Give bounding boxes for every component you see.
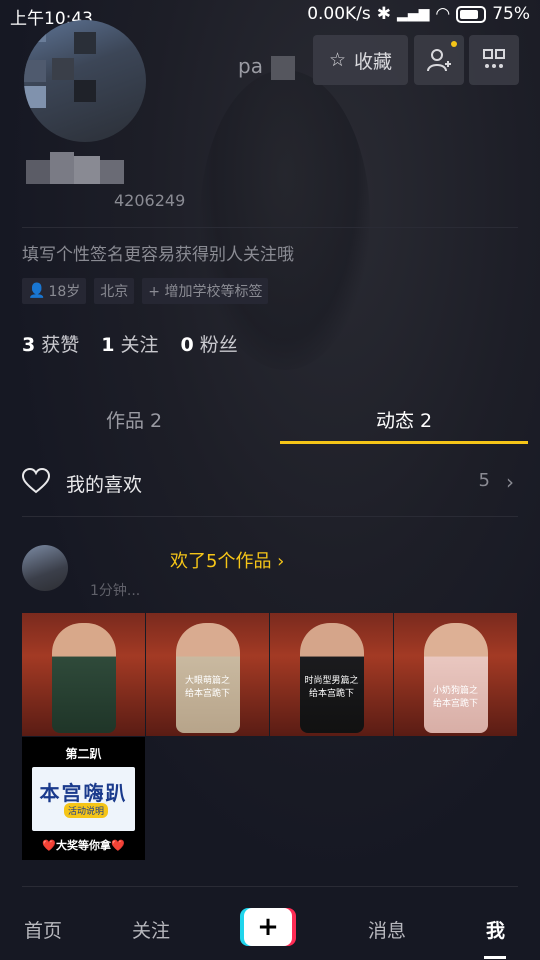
notification-dot: [451, 41, 457, 47]
person-icon: 👤: [28, 283, 46, 299]
battery-percent: 75%: [492, 4, 530, 24]
nickname: pa: [238, 54, 295, 80]
activity-avatar[interactable]: [22, 545, 68, 591]
signal-icon: ▂▄▆: [397, 6, 430, 22]
video-thumbnail[interactable]: [22, 613, 145, 736]
video-thumbnail[interactable]: 时尚型男篇之 给本宫跪下: [270, 613, 393, 736]
profile-stats: 3 获赞 1 关注 0 粉丝: [22, 330, 238, 357]
network-speed: 0.00K/s: [307, 4, 371, 24]
favorite-label: 收藏: [354, 50, 393, 73]
plus-icon: +: [244, 908, 292, 946]
heart-icon: [22, 468, 50, 494]
video-thumbnail[interactable]: 小奶狗篇之 给本宫跪下: [394, 613, 517, 736]
poster-big-text: 本宫嗨趴: [39, 781, 128, 805]
more-button[interactable]: [469, 35, 519, 85]
active-nav-indicator: [484, 956, 506, 959]
active-tab-indicator: [280, 441, 528, 444]
event-poster-thumbnail[interactable]: 第二趴 本宫嗨趴 活动说明 ❤️大奖等你拿❤️: [22, 737, 145, 860]
poster-card: 本宫嗨趴 活动说明: [32, 767, 135, 831]
nav-me[interactable]: 我: [486, 916, 505, 943]
favorite-button[interactable]: ☆ 收藏: [313, 35, 408, 85]
profile-tags: 👤 18岁 北京 + 增加学校等标签: [22, 278, 269, 304]
add-user-icon: [427, 49, 451, 72]
location-tag[interactable]: 北京: [94, 278, 135, 304]
divider: [22, 516, 518, 517]
poster-title: 第二趴: [65, 747, 102, 761]
qr-grid-icon: [483, 49, 505, 68]
thumbnail-caption: 时尚型男篇之 给本宫跪下: [304, 676, 359, 699]
following-stat[interactable]: 1 关注: [101, 330, 158, 357]
status-right: 0.00K/s ✱ ▂▄▆ ◠ 75%: [307, 4, 530, 24]
divider: [22, 227, 518, 228]
my-likes-row[interactable]: 我的喜欢 5 ›: [22, 462, 518, 502]
battery-icon: [456, 5, 487, 23]
activity-time: 1分钟...: [90, 583, 141, 599]
poster-bottom-text: ❤️大奖等你拿❤️: [42, 839, 125, 852]
profile-avatar[interactable]: [24, 20, 146, 142]
poster-pill: 活动说明: [64, 803, 109, 818]
bio-text[interactable]: 填写个性签名更容易获得别人关注哦: [22, 240, 294, 265]
thumbnail-caption: 小奶狗篇之 给本宫跪下: [432, 686, 478, 709]
video-thumbnail[interactable]: 大眼萌篇之 给本宫跪下: [146, 613, 269, 736]
activity-text[interactable]: 欢了5个作品 ›: [170, 547, 284, 573]
add-friend-button[interactable]: [414, 35, 464, 85]
star-icon: ☆: [328, 49, 347, 71]
profile-tabs: 作品 2 动态 2: [0, 396, 540, 444]
nav-follow[interactable]: 关注: [132, 916, 170, 943]
background-photo: [200, 70, 370, 370]
tab-works[interactable]: 作品 2: [106, 406, 162, 433]
add-school-tag[interactable]: + 增加学校等标签: [142, 278, 269, 304]
thumbnail-caption: 大眼萌篇之 给本宫跪下: [184, 676, 230, 699]
chevron-right-icon: ›: [506, 470, 514, 494]
age-tag[interactable]: 👤 18岁: [22, 278, 87, 304]
tab-activity[interactable]: 动态 2: [376, 406, 432, 433]
nav-home[interactable]: 首页: [24, 916, 62, 943]
create-video-button[interactable]: +: [240, 908, 296, 946]
likes-stat[interactable]: 3 获赞: [22, 330, 79, 357]
bluetooth-icon: ✱: [376, 4, 392, 24]
divider: [22, 886, 518, 887]
wifi-icon: ◠: [435, 4, 451, 24]
nav-messages[interactable]: 消息: [368, 916, 406, 943]
my-likes-label: 我的喜欢: [66, 474, 143, 496]
user-id: 4206249: [114, 191, 186, 210]
followers-stat[interactable]: 0 粉丝: [181, 330, 238, 357]
my-likes-count: 5: [478, 470, 490, 491]
